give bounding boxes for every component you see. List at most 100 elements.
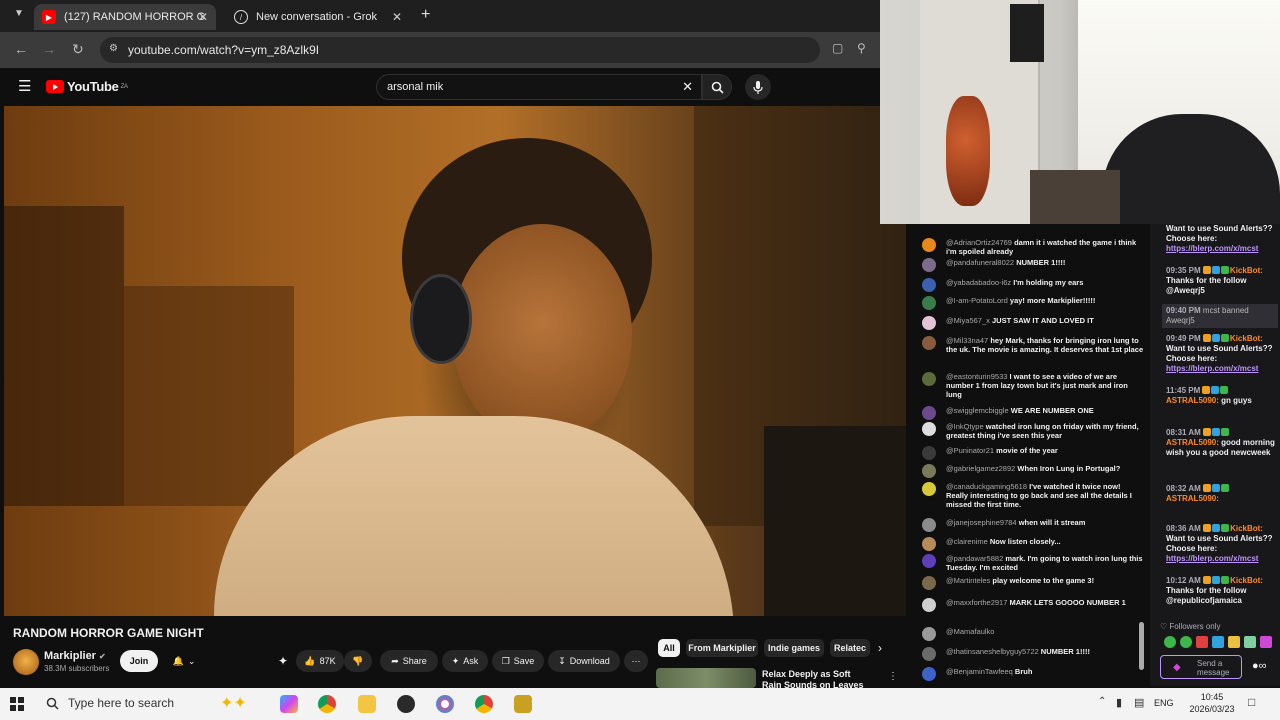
related-video-thumbnail[interactable] [656,668,756,688]
tab-list-chevron-icon[interactable]: ▼ [14,8,24,19]
obs-icon[interactable] [397,695,415,713]
chat-author[interactable]: @BenjaminTawfeeq [946,667,1013,676]
chat-author[interactable]: @thatinsaneshelbyguy5722 [946,647,1039,656]
emote-4[interactable] [1212,636,1224,648]
chat-author[interactable]: @pandawar5882 [946,554,1003,563]
channel-name[interactable]: Markiplier ✔ [44,650,106,662]
close-tab-icon[interactable]: ✕ [392,10,402,24]
chat-author[interactable]: @clairenime [946,537,988,546]
emote-2[interactable] [1180,636,1192,648]
chat-author[interactable]: @Martinteles [946,576,990,585]
tab-youtube[interactable]: ▶ (127) RANDOM HORROR G ✕ [34,4,216,30]
chat-settings-icon[interactable]: ●∞ [1252,660,1267,672]
install-app-icon[interactable]: ▢ [832,41,843,55]
chat-username[interactable]: KickBot: [1230,576,1263,585]
chat-username[interactable]: KickBot: [1230,524,1263,533]
tab-grok[interactable]: / New conversation - Grok ✕ [226,4,410,30]
chat-username[interactable]: ASTRAL5090: [1166,396,1219,405]
new-tab-icon[interactable]: + [421,6,430,24]
taskbar-search-box[interactable]: Type here to search ✦✦ [40,691,268,717]
zoom-icon[interactable]: ⚲ [857,41,866,55]
chat-link[interactable]: https://blerp.com/x/mcst [1166,244,1258,253]
ai-sparkle-icon[interactable]: ✦ [278,654,288,668]
join-button[interactable]: Join [120,650,158,672]
chat-avatar[interactable] [922,482,936,496]
dislike-button[interactable]: 👎 [344,650,372,672]
chat-avatar[interactable] [922,576,936,590]
chat-author[interactable]: @Mamafaulko [946,627,994,636]
chat-avatar[interactable] [922,518,936,532]
channel-avatar[interactable] [13,649,39,675]
network-icon[interactable]: ▤ [1134,696,1144,709]
reload-icon[interactable]: ↻ [72,41,84,58]
chat-username[interactable]: KickBot: [1230,334,1263,343]
chat-avatar[interactable] [922,296,936,310]
forward-icon[interactable]: → [42,41,56,57]
twitch-chat-input[interactable]: ◆ Send a message [1160,655,1242,679]
back-icon[interactable]: ← [14,41,28,57]
chat-avatar[interactable] [922,336,936,350]
bits-icon[interactable]: ◆ [1173,662,1181,673]
voice-search-button[interactable] [745,74,771,100]
menu-icon[interactable]: ☰ [18,77,31,95]
search-input[interactable]: arsonal mik ✕ [376,74,702,100]
chat-username[interactable]: KickBot: [1230,266,1263,275]
more-actions-button[interactable]: ⋯ [624,650,648,672]
download-button[interactable]: ↧ Download [548,650,620,672]
chat-author[interactable]: @janejosephine9784 [946,518,1017,527]
notifications-button[interactable]: 🔔 ⌄ [164,650,204,672]
chat-avatar[interactable] [922,422,936,436]
chip-related[interactable]: Relatec [830,639,870,657]
close-tab-icon[interactable]: ✕ [198,10,208,24]
paint-icon[interactable] [436,695,454,713]
emote-1[interactable] [1164,636,1176,648]
clear-search-icon[interactable]: ✕ [682,79,693,95]
chat-author[interactable]: @Puninator21 [946,446,994,455]
chips-next-icon[interactable]: › [878,641,882,655]
chat-scrollbar[interactable] [1139,622,1144,670]
chip-from-markiplier[interactable]: From Markiplier [686,639,758,657]
related-video-title[interactable]: Relax Deeply as Soft Rain Sounds on Leav… [762,669,872,689]
url-field[interactable]: ⚙ youtube.com/watch?v=ym_z8Azlk9I [100,37,820,63]
emote-7[interactable] [1260,636,1272,648]
youtube-logo[interactable]: YouTube ZA [46,79,128,94]
chat-username[interactable]: ASTRAL5090: [1166,438,1219,447]
chat-author[interactable]: @Mil33na47 [946,336,988,345]
chat-avatar[interactable] [922,238,936,252]
chat-avatar[interactable] [922,278,936,292]
chat-author[interactable]: @I-am-PotatoLord [946,296,1008,305]
language-indicator[interactable]: ENG [1154,698,1174,708]
video-player[interactable] [4,106,906,616]
chat-author[interactable]: @canaduckgaming5618 [946,482,1027,491]
chat-author[interactable]: @pandafuneral8022 [946,258,1014,267]
chat-avatar[interactable] [922,598,936,612]
microphone-tray-icon[interactable]: ▮ [1116,696,1122,709]
system-tray-chevron-icon[interactable]: ⌃ [1098,696,1106,707]
chip-indie-games[interactable]: Indie games [764,639,824,657]
like-button[interactable]: 👍 87K [296,650,344,672]
chat-avatar[interactable] [922,258,936,272]
chat-author[interactable]: @Miya567_x [946,316,990,325]
chat-avatar[interactable] [922,537,936,551]
emote-5[interactable] [1228,636,1240,648]
game-icon[interactable] [514,695,532,713]
chat-author[interactable]: @swigglemcbiggle [946,406,1009,415]
chat-avatar[interactable] [922,647,936,661]
chat-avatar[interactable] [922,464,936,478]
chat-avatar[interactable] [922,627,936,641]
save-button[interactable]: ❐ Save [492,650,544,672]
chat-avatar[interactable] [922,372,936,386]
share-button[interactable]: ➦ Share [380,650,438,672]
chat-author[interactable]: @yabadabadoo-i6z [946,278,1011,287]
chip-all[interactable]: All [658,639,680,657]
chat-author[interactable]: @maxxforthe2917 [946,598,1007,607]
chat-link[interactable]: https://blerp.com/x/mcst [1166,364,1258,373]
chat-author[interactable]: @eastonturin9533 [946,372,1007,381]
windows-start-icon[interactable] [10,697,24,711]
search-button[interactable] [702,74,732,100]
chat-avatar[interactable] [922,406,936,420]
chat-avatar[interactable] [922,554,936,568]
chat-avatar[interactable] [922,667,936,681]
chat-link[interactable]: https://blerp.com/x/mcst [1166,554,1258,563]
related-more-icon[interactable]: ⋮ [888,671,898,682]
